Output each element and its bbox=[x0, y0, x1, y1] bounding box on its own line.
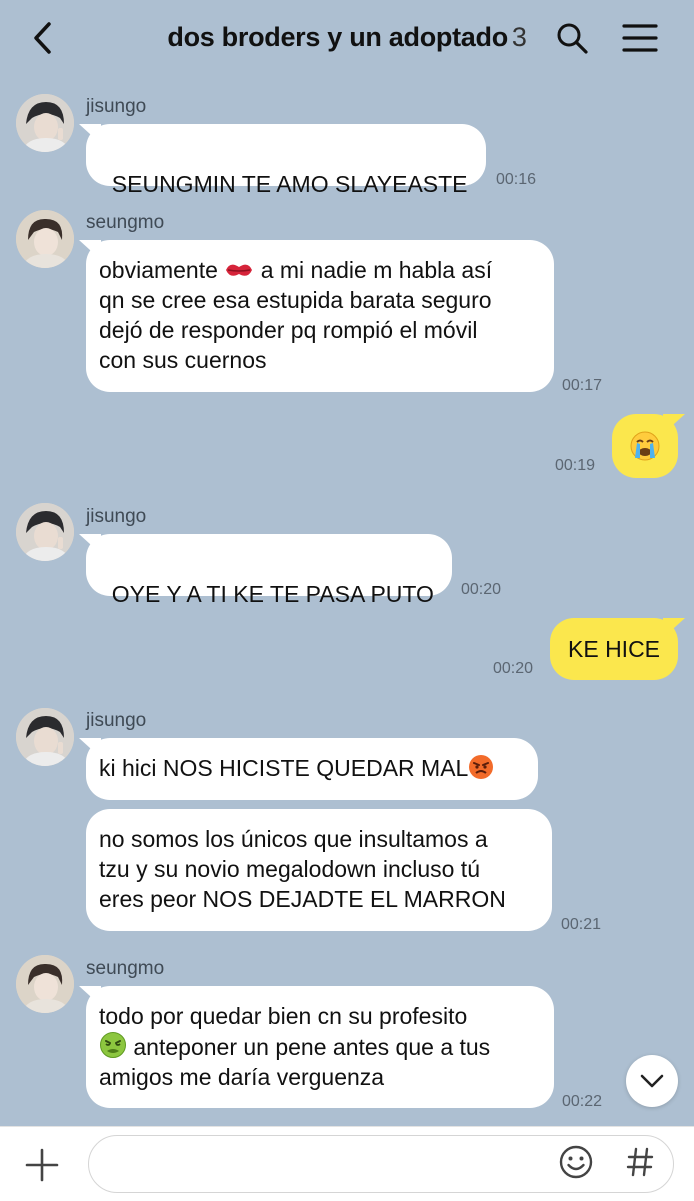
message-time: 00:17 bbox=[562, 377, 603, 394]
avatar-jisungo[interactable] bbox=[16, 503, 74, 561]
member-count: 3 bbox=[511, 22, 527, 52]
message-text: anteponer un pene antes que a tus amigos… bbox=[99, 1034, 491, 1090]
message-bubble[interactable]: ki hici NOS HICISTE QUEDAR MAL bbox=[86, 738, 538, 800]
message-bubble[interactable]: no somos los únicos que insultamos a tzu… bbox=[86, 809, 552, 931]
loudly-crying-face-icon bbox=[630, 431, 660, 461]
message-text: todo por quedar bien cn su profesito bbox=[99, 1003, 468, 1029]
my-message-bubble[interactable] bbox=[612, 414, 678, 478]
menu-button[interactable] bbox=[620, 20, 660, 56]
angry-face-icon bbox=[469, 755, 494, 779]
message-time: 00:21 bbox=[561, 916, 602, 933]
nauseated-face-icon bbox=[100, 1032, 126, 1058]
profile-photo-icon bbox=[16, 503, 74, 561]
emoji-button[interactable] bbox=[558, 1144, 594, 1180]
avatar-jisungo[interactable] bbox=[16, 94, 74, 152]
scroll-to-bottom-button[interactable] bbox=[626, 1055, 678, 1107]
search-icon bbox=[557, 23, 588, 54]
sender-name: jisungo bbox=[86, 506, 147, 527]
sender-name: jisungo bbox=[86, 710, 147, 731]
chevron-down-icon bbox=[640, 1074, 664, 1088]
sender-name: jisungo bbox=[86, 96, 147, 117]
hashtag-icon bbox=[626, 1147, 654, 1177]
kiss-mark-icon bbox=[226, 264, 253, 276]
hashtag-button[interactable] bbox=[626, 1146, 654, 1178]
message-text: KE HICE bbox=[568, 636, 661, 662]
message-text: ki hici NOS HICISTE QUEDAR MAL bbox=[99, 755, 469, 781]
avatar-jisungo[interactable] bbox=[16, 708, 74, 766]
message-time: 00:16 bbox=[496, 171, 537, 188]
message-text: OYE Y A TI KE TE PASA PUTO bbox=[111, 581, 434, 607]
message-time: 00:20 bbox=[461, 581, 502, 598]
my-message-bubble[interactable]: KE HICE bbox=[550, 618, 678, 680]
sender-name: seungmo bbox=[86, 212, 165, 233]
profile-photo-icon bbox=[16, 955, 74, 1013]
message-time: 00:19 bbox=[555, 457, 596, 474]
message-text: obviamente bbox=[99, 257, 225, 283]
avatar-seungmo[interactable] bbox=[16, 210, 74, 268]
message-bubble[interactable]: OYE Y A TI KE TE PASA PUTO bbox=[86, 534, 452, 607]
message-text: SEUNGMIN TE AMO SLAYEASTE bbox=[111, 171, 468, 197]
profile-photo-icon bbox=[16, 210, 74, 268]
attach-button[interactable] bbox=[24, 1147, 60, 1183]
menu-icon bbox=[622, 24, 658, 52]
message-text: no somos los únicos que insultamos a tzu… bbox=[99, 826, 506, 912]
search-button[interactable] bbox=[554, 20, 590, 56]
sender-name: seungmo bbox=[86, 958, 165, 979]
emoji-icon bbox=[559, 1145, 593, 1179]
avatar-seungmo[interactable] bbox=[16, 955, 74, 1013]
chat-name: dos broders y un adoptado bbox=[167, 22, 508, 52]
message-time: 00:20 bbox=[493, 660, 534, 677]
message-bubble[interactable]: obviamente a mi nadie m habla así qn se … bbox=[86, 240, 554, 392]
profile-photo-icon bbox=[16, 94, 74, 152]
message-bubble[interactable]: todo por quedar bien cn su profesito ant… bbox=[86, 986, 554, 1108]
chat-header: dos broders y un adoptado 3 bbox=[0, 0, 694, 78]
message-bubble[interactable]: SEUNGMIN TE AMO SLAYEASTE bbox=[86, 124, 486, 197]
message-time: 00:22 bbox=[562, 1093, 603, 1110]
profile-photo-icon bbox=[16, 708, 74, 766]
plus-icon bbox=[25, 1148, 59, 1182]
message-input[interactable] bbox=[109, 1146, 553, 1184]
